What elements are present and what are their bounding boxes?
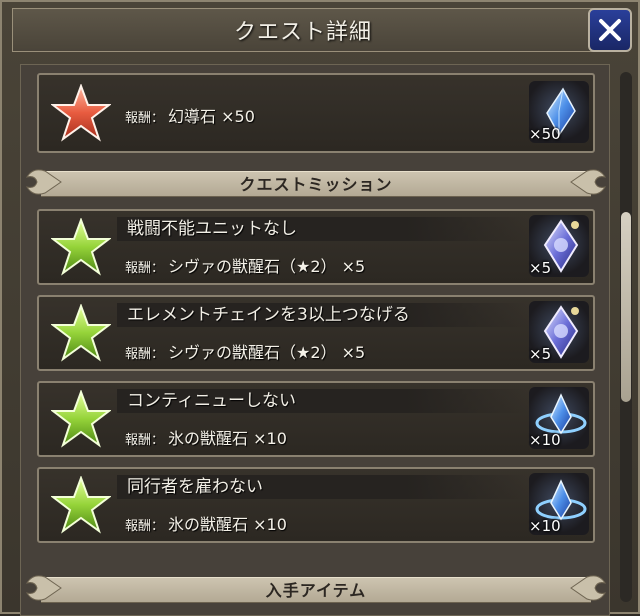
- item-count: ×10: [529, 517, 561, 535]
- clear-reward-text: 報酬： 幻導石 ×50: [125, 103, 255, 127]
- item-count: ×5: [529, 259, 552, 277]
- mission-title: 同行者を雇わない: [117, 475, 529, 499]
- reward-item-slot[interactable]: ×10: [529, 387, 589, 449]
- mission-card: エレメントチェインを3以上つなげる 報酬： シヴァの獣醒石（★2） ×5 ×5: [37, 295, 595, 371]
- header-bar: クエスト詳細: [12, 8, 594, 52]
- quest-detail-panel: 報酬： 幻導石 ×50 ×50 クエストミッション 戦闘不能ユニットなし 報酬：…: [20, 64, 610, 616]
- reward-value: 幻導石 ×50: [168, 107, 255, 126]
- green-star-icon: [51, 304, 111, 362]
- page-title: クエスト詳細: [233, 20, 372, 45]
- mission-title: 戦闘不能ユニットなし: [117, 217, 529, 241]
- ornament-right-icon: [570, 575, 607, 601]
- green-star-icon: [51, 476, 111, 534]
- mission-reward: 報酬： シヴァの獣醒石（★2） ×5: [125, 257, 366, 276]
- close-button[interactable]: [588, 8, 632, 52]
- mission-title: コンティニューしない: [117, 389, 529, 413]
- mission-reward: 報酬： 氷の獣醒石 ×10: [125, 429, 287, 448]
- reward-item-slot[interactable]: ×5: [529, 215, 589, 277]
- clear-reward-card: 報酬： 幻導石 ×50 ×50: [37, 73, 595, 153]
- items-section-title: 入手アイテム: [265, 581, 367, 600]
- close-icon: [599, 19, 621, 41]
- red-star-icon: [51, 84, 111, 142]
- items-section-header: 入手アイテム: [21, 575, 609, 603]
- ornament-left-icon: [25, 575, 62, 601]
- scrollbar[interactable]: [620, 72, 632, 602]
- item-count: ×5: [529, 345, 552, 363]
- item-count: ×10: [529, 431, 561, 449]
- mission-card: 同行者を雇わない 報酬： 氷の獣醒石 ×10 ×10: [37, 467, 595, 543]
- mission-reward: 報酬： シヴァの獣醒石（★2） ×5: [125, 343, 366, 362]
- green-star-icon: [51, 218, 111, 276]
- reward-item-slot[interactable]: ×50: [529, 81, 589, 143]
- reward-item-slot[interactable]: ×10: [529, 473, 589, 535]
- mission-section-title: クエストミッション: [239, 175, 393, 194]
- mission-card: コンティニューしない 報酬： 氷の獣醒石 ×10 ×10: [37, 381, 595, 457]
- reward-item-slot[interactable]: ×5: [529, 301, 589, 363]
- mission-title: エレメントチェインを3以上つなげる: [117, 303, 529, 327]
- ornament-left-icon: [25, 169, 62, 195]
- quest-detail-window: クエスト詳細 報酬： 幻導石 ×50 ×50 クエストミッション 戦闘不能ユニッ…: [0, 0, 640, 616]
- scrollbar-thumb[interactable]: [621, 212, 631, 402]
- reward-label: 報酬：: [125, 111, 165, 126]
- ornament-right-icon: [570, 169, 607, 195]
- mission-section-header: クエストミッション: [21, 169, 609, 197]
- green-star-icon: [51, 390, 111, 448]
- mission-card: 戦闘不能ユニットなし 報酬： シヴァの獣醒石（★2） ×5 ×5: [37, 209, 595, 285]
- item-count: ×50: [529, 125, 561, 143]
- mission-reward: 報酬： 氷の獣醒石 ×10: [125, 515, 287, 534]
